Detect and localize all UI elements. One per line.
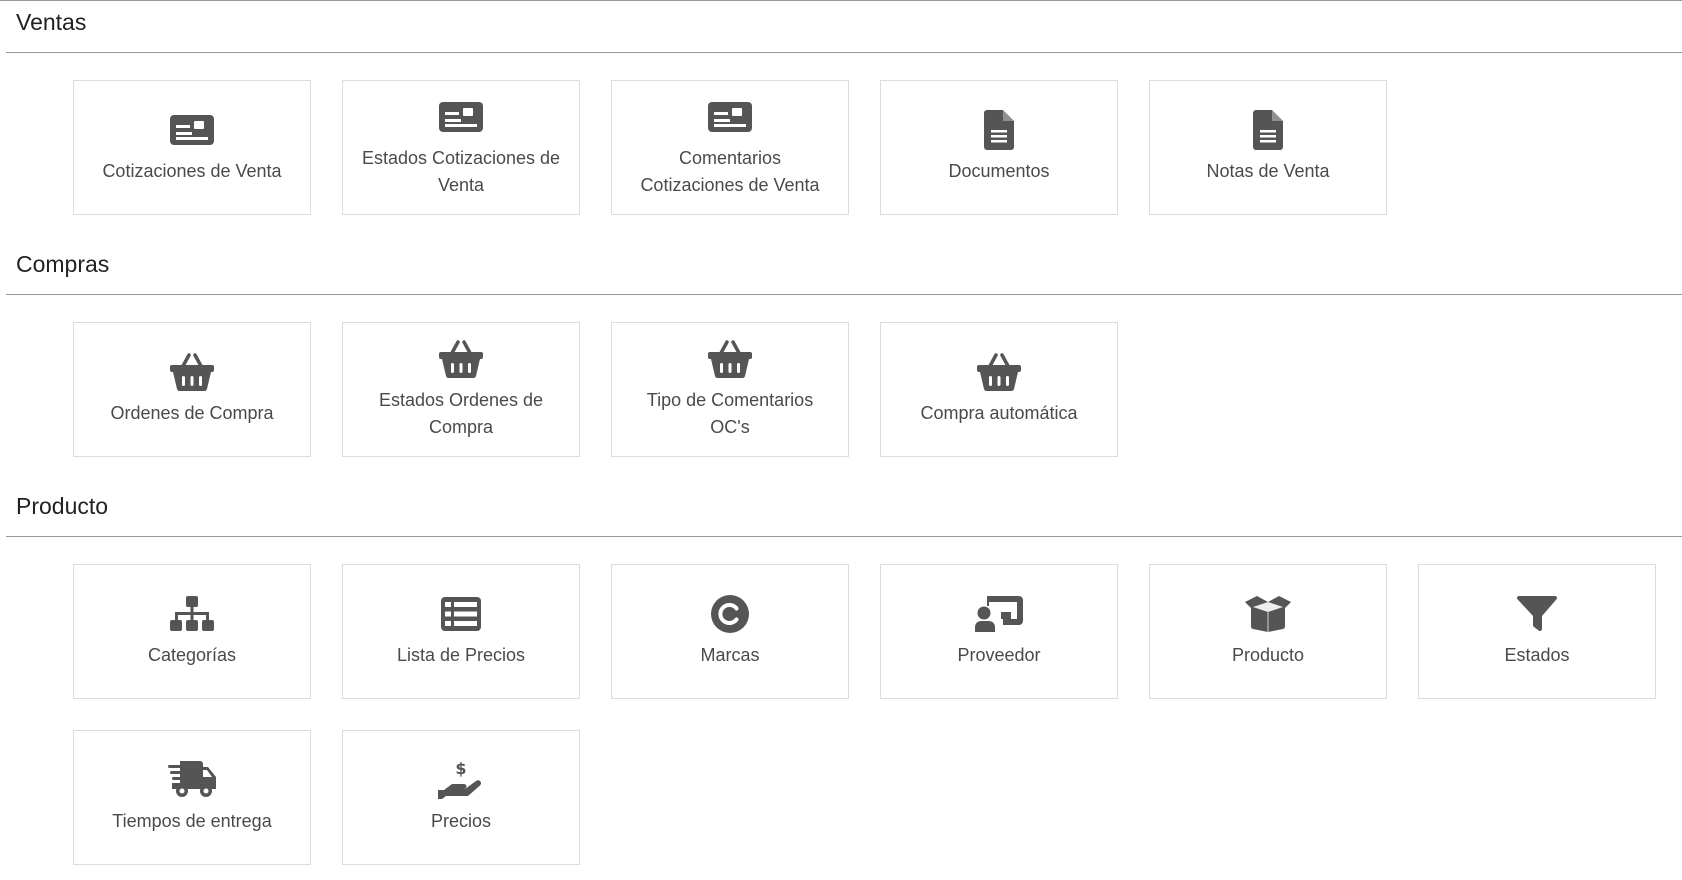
tile-lista-de-precios[interactable]: Lista de Precios <box>342 564 580 699</box>
id-card-icon <box>437 97 485 137</box>
truck-fast-icon <box>168 760 216 800</box>
tile-label: Documentos <box>948 161 1050 181</box>
tile-producto[interactable]: Producto <box>1149 564 1387 699</box>
svg-text:$: $ <box>455 760 466 778</box>
basket-icon <box>437 339 485 379</box>
tile-label: Estados Cotizaciones de Venta <box>361 147 561 195</box>
tile-label: Estados <box>1504 645 1570 665</box>
tile-documentos[interactable]: Documentos <box>880 80 1118 215</box>
basket-icon <box>706 339 754 379</box>
tile-label: Compra automática <box>920 403 1078 423</box>
tile-label: Lista de Precios <box>396 645 526 665</box>
tile-label: Categorías <box>147 645 237 665</box>
tile-label: Tiempos de entrega <box>112 811 272 831</box>
tile-estados-cotizaciones-de-venta[interactable]: Estados Cotizaciones de Venta <box>342 80 580 215</box>
tile-label: Ordenes de Compra <box>110 403 274 423</box>
tile-label: Comentarios Cotizaciones de Venta <box>640 147 820 195</box>
section-divider <box>6 294 1682 295</box>
tile-marcas[interactable]: Marcas <box>611 564 849 699</box>
tile-notas-de-venta[interactable]: Notas de Venta <box>1149 80 1387 215</box>
tile-compra-automatica[interactable]: Compra automática <box>880 322 1118 457</box>
filter-icon <box>1513 594 1561 634</box>
section-title-compras: Compras <box>16 251 110 277</box>
id-card-icon <box>168 110 216 150</box>
tile-comentarios-cotizaciones-de-venta[interactable]: Comentarios Cotizaciones de Venta <box>611 80 849 215</box>
basket-icon <box>168 352 216 392</box>
copyright-icon <box>706 594 754 634</box>
section-divider <box>6 52 1682 53</box>
basket-icon <box>975 352 1023 392</box>
tile-tiempos-de-entrega[interactable]: Tiempos de entrega <box>73 730 311 865</box>
hand-holding-dollar-icon: $ <box>437 760 485 800</box>
section-title-ventas: Ventas <box>16 9 87 35</box>
tile-categorias[interactable]: Categorías <box>73 564 311 699</box>
sitemap-icon <box>168 594 216 634</box>
tile-label: Tipo de Comentarios OC's <box>646 389 814 437</box>
tile-label: Notas de Venta <box>1206 161 1330 181</box>
section-divider <box>6 536 1682 537</box>
tile-label: Proveedor <box>957 645 1041 665</box>
file-lines-icon <box>975 110 1023 150</box>
box-open-icon <box>1244 594 1292 634</box>
tile-estados-ordenes-de-compra[interactable]: Estados Ordenes de Compra <box>342 322 580 457</box>
section-title-producto: Producto <box>16 493 109 519</box>
tile-estados[interactable]: Estados <box>1418 564 1656 699</box>
tile-tipo-de-comentarios-ocs[interactable]: Tipo de Comentarios OC's <box>611 322 849 457</box>
file-lines-icon <box>1244 110 1292 150</box>
list-icon <box>437 594 485 634</box>
tile-precios[interactable]: $ Precios <box>342 730 580 865</box>
tile-cotizaciones-de-venta[interactable]: Cotizaciones de Venta <box>73 80 311 215</box>
tile-label: Estados Ordenes de Compra <box>378 389 544 437</box>
tile-proveedor[interactable]: Proveedor <box>880 564 1118 699</box>
tile-label: Precios <box>430 811 492 831</box>
top-border <box>0 0 1682 1</box>
chalkboard-user-icon <box>975 594 1023 634</box>
tile-label: Cotizaciones de Venta <box>102 161 282 181</box>
tile-label: Producto <box>1231 645 1305 665</box>
tile-ordenes-de-compra[interactable]: Ordenes de Compra <box>73 322 311 457</box>
tile-label: Marcas <box>700 645 760 665</box>
id-card-icon <box>706 97 754 137</box>
